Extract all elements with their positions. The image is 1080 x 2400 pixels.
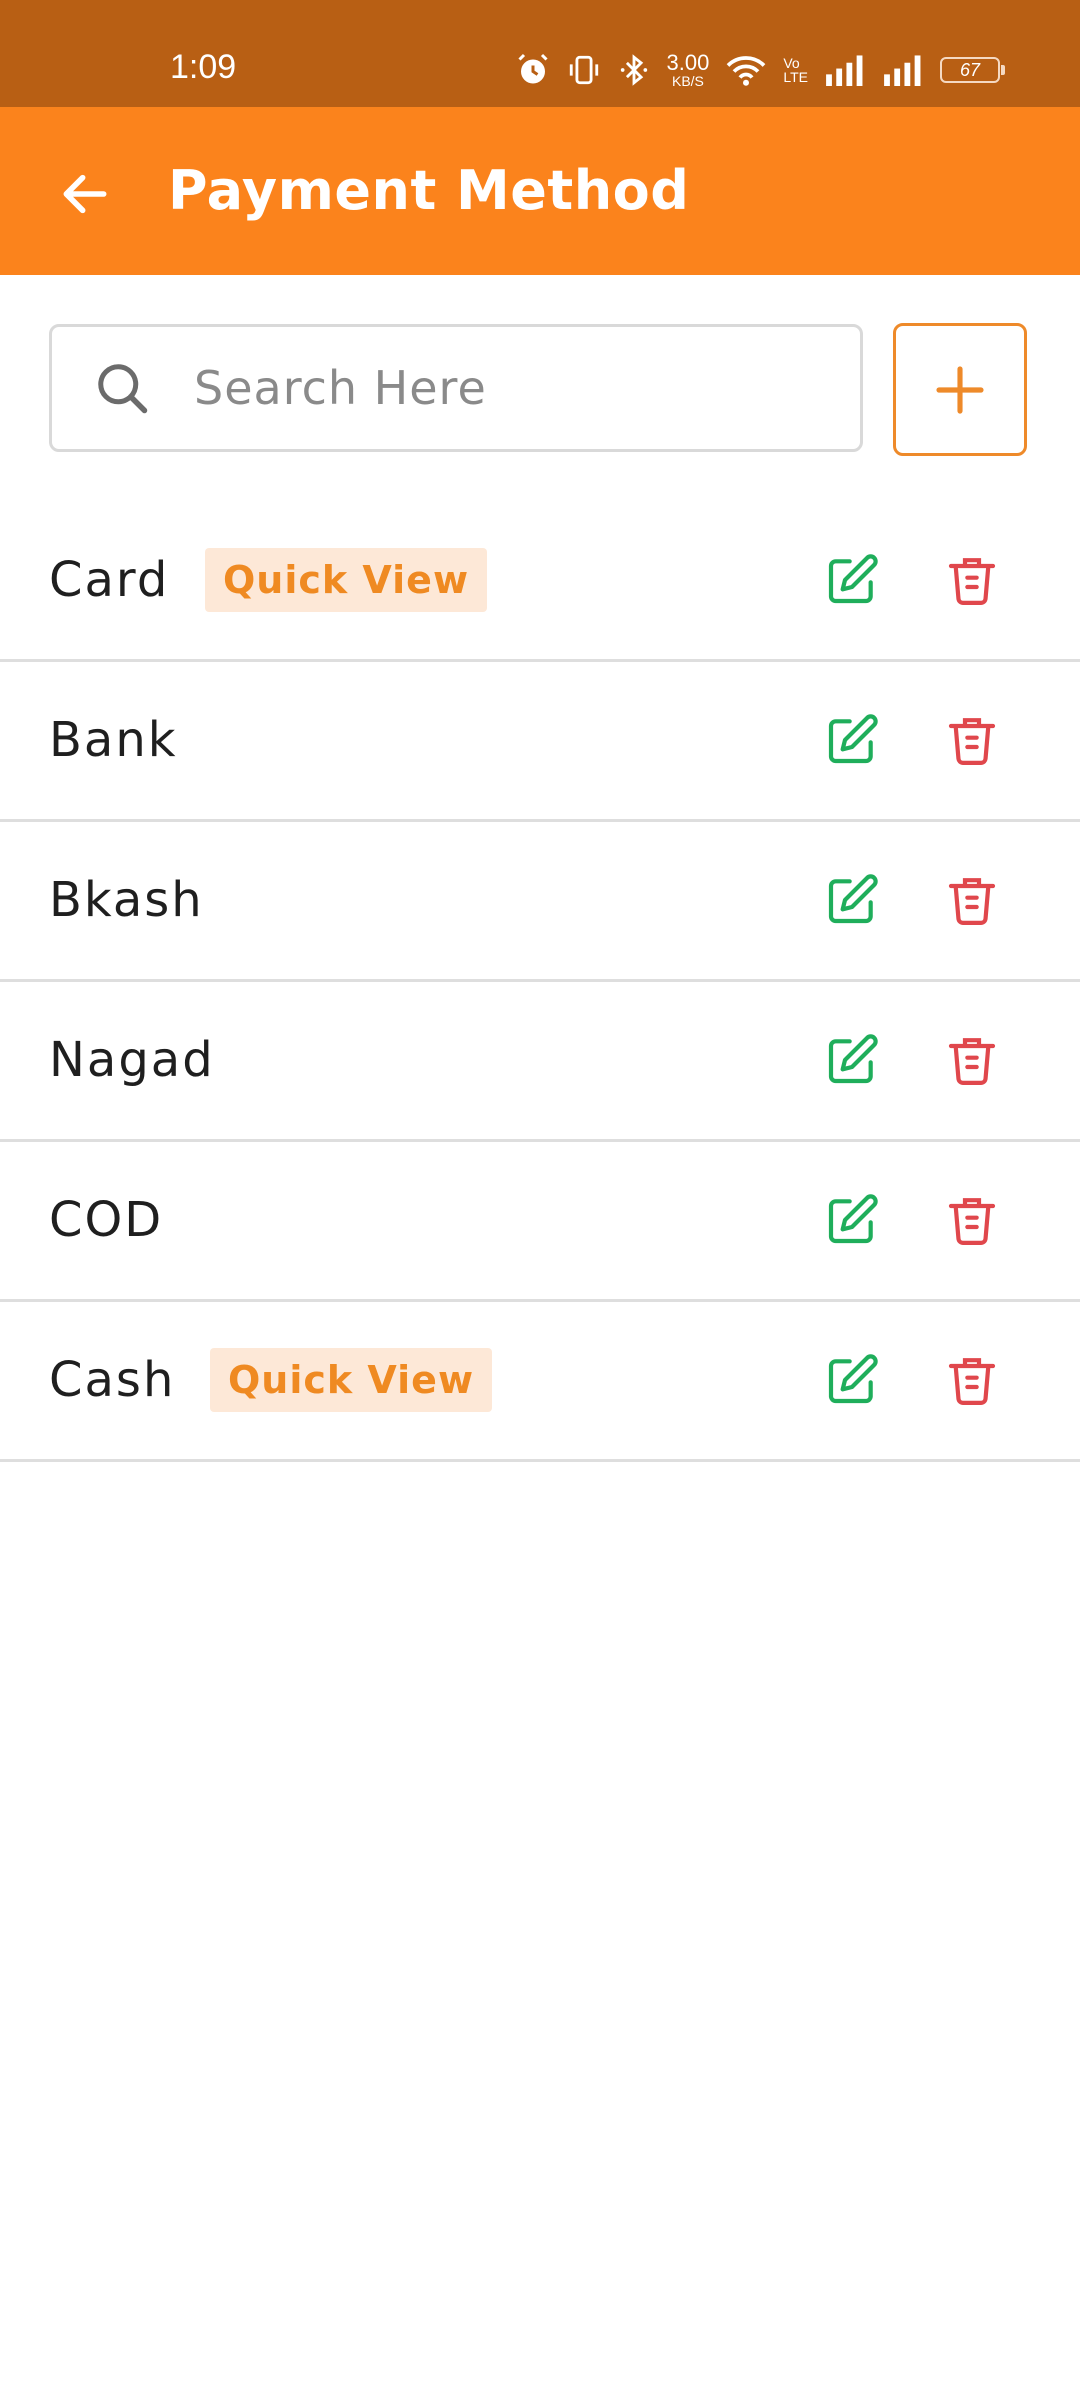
delete-button[interactable] xyxy=(940,1348,1004,1412)
delete-button[interactable] xyxy=(940,548,1004,612)
payment-method-name: Nagad xyxy=(49,1032,215,1088)
trash-icon xyxy=(948,878,996,925)
status-time: 1:09 xyxy=(170,48,237,86)
battery-icon: 67 xyxy=(940,57,1005,83)
delete-button[interactable] xyxy=(940,868,1004,932)
delete-button[interactable] xyxy=(940,1188,1004,1252)
edit-button[interactable] xyxy=(820,1348,884,1412)
alarm-icon xyxy=(517,53,548,84)
edit-button[interactable] xyxy=(820,1188,884,1252)
delete-button[interactable] xyxy=(940,708,1004,772)
quick-view-badge[interactable]: Quick View xyxy=(210,1348,493,1412)
payment-method-name: Card xyxy=(49,552,170,608)
search-input[interactable] xyxy=(192,360,796,416)
edit-icon xyxy=(828,874,878,924)
payment-method-name: Cash xyxy=(49,1352,176,1408)
edit-icon xyxy=(828,1354,878,1404)
payment-method-name: COD xyxy=(49,1192,164,1248)
payment-method-list: Card Quick View Bank Bkash Nagad COD Cas… xyxy=(0,502,1080,1462)
trash-icon xyxy=(948,558,996,605)
page-title: Payment Method xyxy=(168,159,690,222)
quick-view-badge[interactable]: Quick View xyxy=(205,548,488,612)
volte-indicator: Vo LTE xyxy=(783,55,808,85)
search-icon xyxy=(98,364,148,414)
arrow-left-icon xyxy=(63,174,107,214)
list-item[interactable]: Bank xyxy=(0,662,1080,822)
trash-icon xyxy=(948,1198,996,1245)
list-item[interactable]: COD xyxy=(0,1142,1080,1302)
trash-icon xyxy=(948,718,996,765)
status-icons: 3.00 KB/S Vo LTE 67 xyxy=(515,50,1005,90)
payment-method-name: Bkash xyxy=(49,872,204,928)
signal-icon-2 xyxy=(884,55,921,86)
trash-icon xyxy=(948,1038,996,1085)
edit-button[interactable] xyxy=(820,708,884,772)
trash-icon xyxy=(948,1358,996,1405)
signal-icon-1 xyxy=(826,55,863,86)
app-bar: Payment Method xyxy=(0,107,1080,275)
list-item[interactable]: Nagad xyxy=(0,982,1080,1142)
add-payment-method-button[interactable] xyxy=(893,323,1027,456)
edit-icon xyxy=(828,1194,878,1244)
edit-button[interactable] xyxy=(820,1028,884,1092)
delete-button[interactable] xyxy=(940,1028,1004,1092)
list-item[interactable]: Cash Quick View xyxy=(0,1302,1080,1462)
bluetooth-icon xyxy=(620,54,647,86)
plus-icon xyxy=(936,365,984,414)
status-bar: 1:09 3.00 KB/S Vo LTE 67 xyxy=(0,0,1080,107)
edit-icon xyxy=(828,714,878,764)
edit-icon xyxy=(828,554,878,604)
list-item[interactable]: Card Quick View xyxy=(0,502,1080,662)
edit-icon xyxy=(828,1034,878,1084)
edit-button[interactable] xyxy=(820,868,884,932)
list-item[interactable]: Bkash xyxy=(0,822,1080,982)
edit-button[interactable] xyxy=(820,548,884,612)
payment-method-name: Bank xyxy=(49,712,178,768)
wifi-icon xyxy=(727,56,766,86)
search-box[interactable] xyxy=(49,324,863,452)
vibrate-icon xyxy=(569,55,598,85)
back-button[interactable] xyxy=(50,159,120,229)
network-speed: 3.00 KB/S xyxy=(666,50,710,89)
